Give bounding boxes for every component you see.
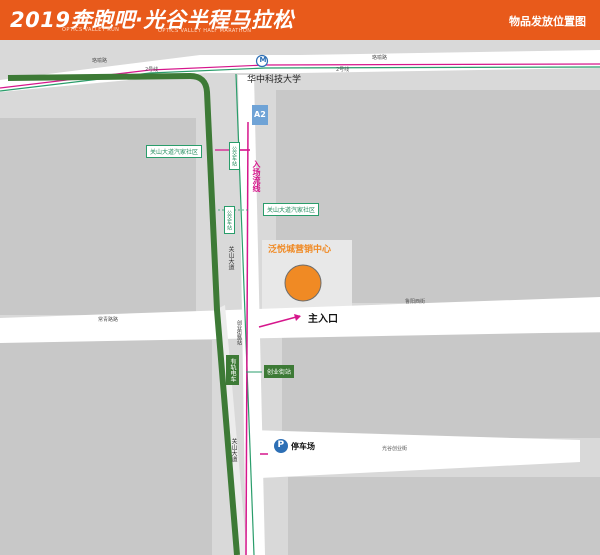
metro-line-label-right: 2号线 [336,67,350,73]
road-label-west: 常青路路 [98,317,119,323]
road-label-east: 鲁阳西街 [405,299,426,305]
metro-line-label-left: 2号线 [145,67,159,73]
bus-stop-vertical-1: 公交车站 [229,142,240,170]
venue-marker [284,264,322,302]
parking-p-glyph: P [277,440,285,450]
main-entrance-label: 主入口 [308,314,338,325]
entry-flow-label: 入场流线 [252,160,261,192]
road-label-small-vertical: 创业街路站 [236,320,242,345]
road-label-luoyu-right: 珞喻路 [372,55,388,61]
road-label-guanshan-top: 关山大道 [227,246,234,270]
bus-stop-vertical-2: 公交车站 [224,206,235,234]
map-canvas [0,40,600,555]
block-east-middle [282,333,600,438]
parking-label: 停车场 [291,442,315,451]
venue-label: 泛悦城营销中心 [268,245,332,255]
brand-subtitle-right: OPTICS VALLEY HALF MARATHON [158,28,252,34]
metro-m-glyph: M [259,56,267,64]
tram-label-vertical: 有轨电车 [226,355,239,385]
bus-stop-label-2: 关山大道汽家社区 [263,203,320,216]
block-southwest [0,340,212,555]
road-label-south: 光谷创业街 [382,446,408,452]
exit-a2-label: A2 [254,110,266,119]
header-bar: 2019奔跑吧·光谷半程马拉松 OPTICS VALLEY RUN OPTICS… [0,0,600,40]
tram-station-label: 创业街站 [264,365,295,378]
brand-subtitle-left: OPTICS VALLEY RUN [62,27,120,33]
road-label-luoyu-left: 珞喻路 [92,58,108,64]
station-name: 华中科技大学 [247,75,302,85]
road-label-guanshan-bottom: 关山大道 [230,438,237,462]
page-title: 物品发放位置图 [509,15,586,28]
block-southeast [288,477,600,555]
bus-stop-label-1: 关山大道汽家社区 [146,145,203,158]
